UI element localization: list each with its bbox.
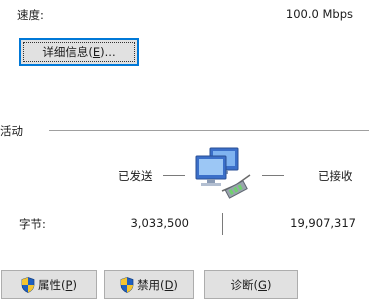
activity-divider [49, 130, 369, 131]
received-connector-line [262, 175, 284, 176]
focus-rectangle [23, 42, 135, 62]
bytes-received-value: 19,907,317 [290, 216, 356, 230]
diagnose-button[interactable]: 诊断(G) [204, 270, 298, 299]
properties-button[interactable]: 属性(P) [1, 270, 97, 299]
bytes-label: 字节: [19, 217, 46, 231]
received-label: 已接收 [318, 169, 353, 183]
diagnose-button-label: 诊断(G) [230, 277, 272, 292]
disable-button-label: 禁用(D) [137, 277, 178, 292]
speed-value: 100.0 Mbps [285, 7, 353, 21]
activity-group-label: 活动 [0, 124, 23, 138]
uac-shield-icon [120, 276, 134, 293]
properties-button-label: 属性(P) [38, 277, 77, 292]
bytes-sent-value: 3,033,500 [130, 216, 189, 230]
uac-shield-icon [21, 276, 35, 293]
speed-label: 速度: [17, 8, 44, 22]
details-button[interactable]: 详细信息(E)... [19, 38, 139, 66]
sent-label: 已发送 [118, 169, 153, 183]
activity-separator [222, 213, 223, 235]
disable-button[interactable]: 禁用(D) [104, 270, 194, 299]
network-computers-icon [195, 147, 251, 199]
sent-connector-line [163, 175, 185, 176]
